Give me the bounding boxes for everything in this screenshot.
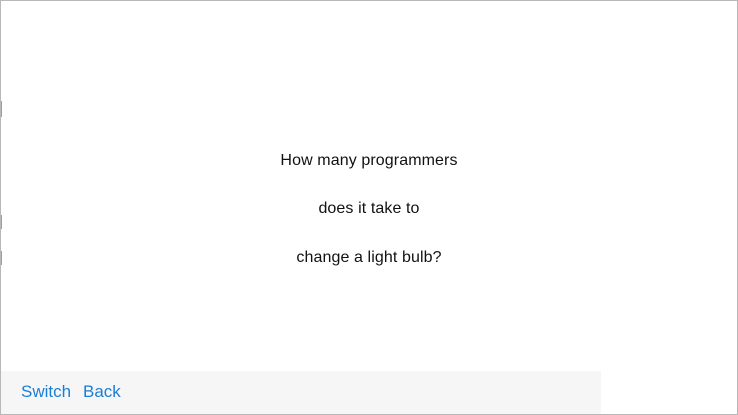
bottom-toolbar: Switch Back bbox=[1, 371, 601, 414]
joke-line-2: does it take to bbox=[318, 200, 420, 217]
joke-content: How many programmers does it take to cha… bbox=[1, 1, 737, 371]
joke-line-1: How many programmers bbox=[280, 152, 458, 169]
back-button[interactable]: Back bbox=[83, 382, 121, 402]
app-screen: How many programmers does it take to cha… bbox=[0, 0, 738, 415]
joke-line-3: change a light bulb? bbox=[296, 249, 442, 266]
switch-button[interactable]: Switch bbox=[21, 382, 71, 402]
